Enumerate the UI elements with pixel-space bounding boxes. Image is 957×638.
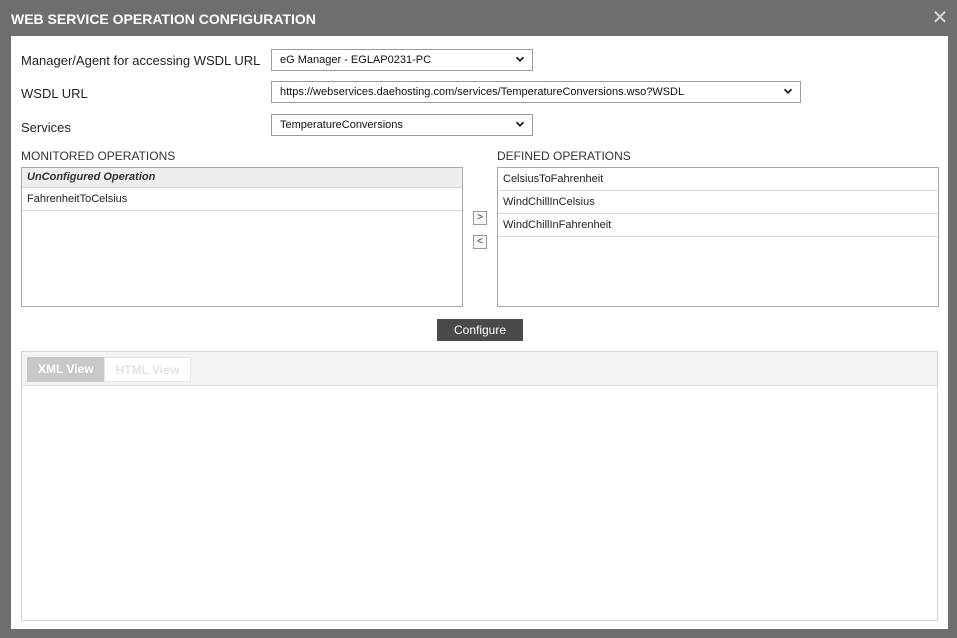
tab-xml-view[interactable]: XML View: [27, 357, 105, 382]
dialog-title: WEB SERVICE OPERATION CONFIGURATION: [11, 11, 316, 27]
manager-agent-select[interactable]: eG Manager - EGLAP0231-PC: [271, 49, 533, 71]
list-item[interactable]: WindChillInFahrenheit: [498, 214, 938, 237]
output-viewer: XML View HTML View: [21, 351, 938, 621]
chevron-down-icon: [783, 88, 793, 94]
tab-html-view[interactable]: HTML View: [103, 357, 192, 382]
move-right-button[interactable]: >: [473, 211, 487, 225]
configure-button[interactable]: Configure: [437, 319, 523, 341]
services-label: Services: [21, 120, 71, 135]
list-group-header: UnConfigured Operation: [22, 168, 462, 188]
services-select[interactable]: TemperatureConversions: [271, 114, 533, 136]
list-item[interactable]: FahrenheitToCelsius: [22, 188, 462, 211]
chevron-down-icon: [515, 121, 525, 127]
dialog: WEB SERVICE OPERATION CONFIGURATION ✕ Ma…: [0, 0, 957, 638]
move-left-button[interactable]: <: [473, 235, 487, 249]
manager-agent-value: eG Manager - EGLAP0231-PC: [280, 54, 432, 66]
viewer-body: [22, 386, 937, 621]
chevron-down-icon: [515, 56, 525, 62]
viewer-tab-bar: XML View HTML View: [22, 352, 937, 386]
wsdl-url-value: https://webservices.daehosting.com/servi…: [280, 86, 685, 98]
defined-operations-label: DEFINED OPERATIONS: [497, 149, 631, 163]
dialog-title-bar: WEB SERVICE OPERATION CONFIGURATION ✕: [0, 0, 957, 36]
list-item[interactable]: WindChillInCelsius: [498, 191, 938, 214]
monitored-operations-list[interactable]: UnConfigured Operation FahrenheitToCelsi…: [21, 167, 463, 307]
list-item[interactable]: CelsiusToFahrenheit: [498, 168, 938, 191]
wsdl-url-select[interactable]: https://webservices.daehosting.com/servi…: [271, 81, 801, 103]
monitored-operations-label: MONITORED OPERATIONS: [21, 149, 176, 163]
manager-agent-label: Manager/Agent for accessing WSDL URL: [21, 53, 261, 68]
defined-operations-list[interactable]: CelsiusToFahrenheit WindChillInCelsius W…: [497, 167, 939, 307]
wsdl-url-label: WSDL URL: [21, 86, 88, 101]
services-value: TemperatureConversions: [280, 119, 403, 131]
dialog-content: Manager/Agent for accessing WSDL URL eG …: [11, 36, 948, 629]
close-icon[interactable]: ✕: [931, 8, 949, 28]
